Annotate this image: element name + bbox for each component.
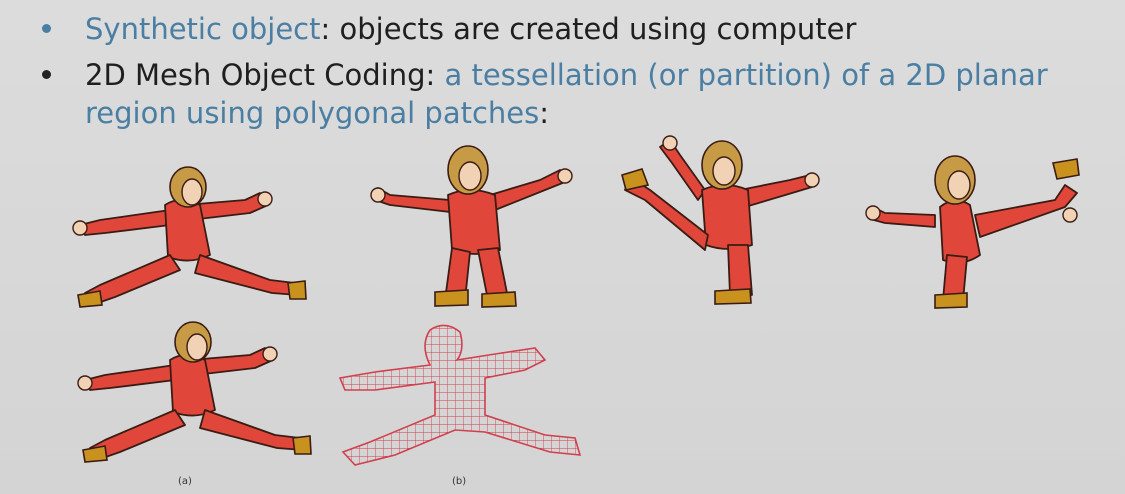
bullet-dot-icon	[42, 24, 51, 33]
figure-mesh-b	[339, 324, 581, 466]
slide: Synthetic object: objects are created us…	[0, 0, 1125, 494]
cartoon-figure-icon	[865, 155, 1080, 309]
bullet-2d-mesh: 2D Mesh Object Coding: a tessellation (o…	[40, 56, 1100, 132]
bullet-synthetic-object: Synthetic object: objects are created us…	[40, 10, 1100, 48]
figure-cartoon-high-kick	[621, 135, 820, 305]
figure-cartoon-arms-raised	[370, 145, 573, 308]
caption-a: (a)	[178, 476, 192, 487]
cartoon-figure-icon	[370, 145, 573, 308]
bullet-list: Synthetic object: objects are created us…	[40, 10, 1100, 132]
bullet-1-term: Synthetic object	[85, 12, 321, 46]
bullet-dot-icon	[42, 70, 51, 79]
cartoon-figure-icon	[77, 321, 312, 463]
caption-b: (b)	[452, 476, 467, 487]
mesh-outline-icon	[339, 324, 581, 466]
bullet-2-term: 2D Mesh Object Coding:	[85, 58, 445, 92]
cartoon-figure-icon	[621, 135, 820, 305]
figure-cartoon-a	[77, 321, 312, 463]
figure-cartoon-spread	[72, 166, 307, 308]
figure-cartoon-side-kick	[865, 155, 1080, 309]
bullet-2-colon: :	[539, 96, 550, 130]
cartoon-figure-icon	[72, 166, 307, 308]
bullet-1-text: : objects are created using computer	[320, 12, 857, 46]
